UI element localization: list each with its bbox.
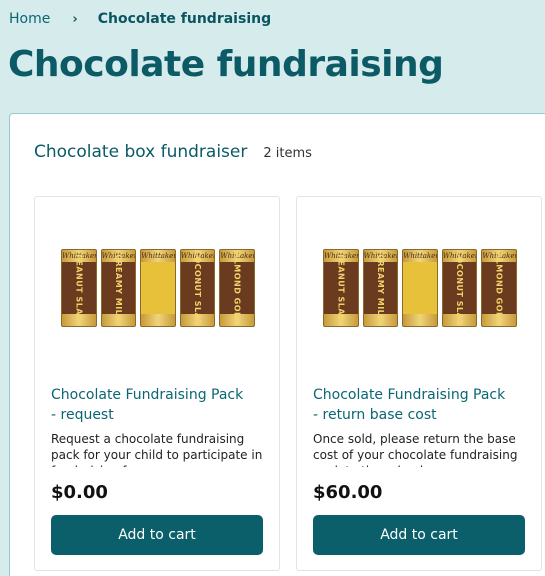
product-description: Once sold, please return the base cost o… — [313, 432, 518, 467]
add-to-cart-button[interactable]: Add to cart — [313, 515, 525, 555]
product-card: Whittaker'sPEANUT SLABWhittaker'sCREAMY … — [296, 196, 542, 571]
bar-label: CREAMY MILK — [113, 254, 123, 322]
item-count: 2 items — [263, 146, 312, 161]
bar-label: CREAMY MILK — [375, 254, 385, 322]
product-card: Whittaker'sPEANUT SLABWhittaker'sCREAMY … — [34, 196, 280, 571]
product-price: $60.00 — [313, 482, 383, 503]
product-price: $0.00 — [51, 482, 108, 503]
bar-label: COCONUT SLAB — [193, 250, 203, 326]
product-description: Request a chocolate fundraising pack for… — [51, 432, 263, 467]
bar-label: COCONUT SLAB — [455, 250, 465, 326]
chocolate-bar-band — [141, 262, 175, 314]
product-title-link[interactable]: Chocolate Fundraising Pack - return base… — [313, 385, 513, 425]
breadcrumb: Home › Chocolate fundraising — [9, 11, 271, 27]
bar-label: ALMOND GOLD — [494, 251, 504, 325]
add-to-cart-button[interactable]: Add to cart — [51, 515, 263, 555]
bar-brand: Whittaker's — [403, 252, 437, 260]
chocolate-bar: Whittaker's — [402, 249, 438, 327]
product-image[interactable]: Whittaker'sPEANUT SLABWhittaker'sCREAMY … — [61, 249, 255, 327]
chocolate-bar: Whittaker'sALMOND GOLD — [219, 249, 255, 327]
product-panel: Chocolate box fundraiser 2 items Whittak… — [9, 113, 545, 576]
product-title-link[interactable]: Chocolate Fundraising Pack - request — [51, 385, 251, 425]
breadcrumb-separator-icon: › — [72, 11, 78, 27]
section-header: Chocolate box fundraiser 2 items — [34, 142, 312, 162]
bar-label: PEANUT SLAB — [74, 254, 84, 322]
chocolate-bar: Whittaker'sALMOND GOLD — [481, 249, 517, 327]
chocolate-bar: Whittaker'sPEANUT SLAB — [61, 249, 97, 327]
chocolate-bar: Whittaker'sCOCONUT SLAB — [441, 249, 478, 327]
section-title: Chocolate box fundraiser — [34, 142, 248, 162]
breadcrumb-home-link[interactable]: Home — [9, 11, 50, 27]
chocolate-bar: Whittaker'sCOCONUT SLAB — [179, 249, 216, 327]
page-title: Chocolate fundraising — [8, 44, 444, 85]
bar-label: ALMOND GOLD — [232, 251, 242, 325]
chocolate-bar: Whittaker'sPEANUT SLAB — [323, 249, 359, 327]
product-image[interactable]: Whittaker'sPEANUT SLABWhittaker'sCREAMY … — [323, 249, 517, 327]
bar-label: PEANUT SLAB — [336, 254, 346, 322]
breadcrumb-current: Chocolate fundraising — [97, 11, 272, 27]
chocolate-bar-band — [403, 262, 437, 314]
bar-brand: Whittaker's — [141, 252, 175, 260]
chocolate-bar: Whittaker'sCREAMY MILK — [100, 249, 137, 327]
chocolate-bar: Whittaker'sCREAMY MILK — [362, 249, 399, 327]
chocolate-bar: Whittaker's — [140, 249, 176, 327]
